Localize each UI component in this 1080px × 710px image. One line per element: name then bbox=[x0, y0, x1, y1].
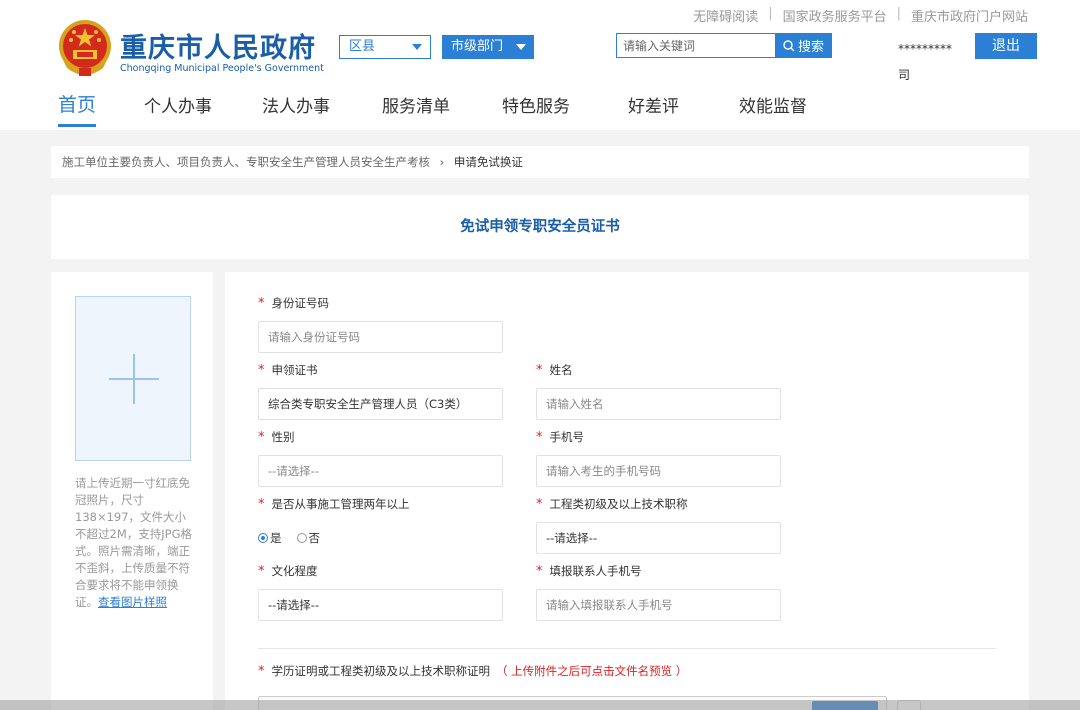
search-input[interactable] bbox=[616, 33, 776, 58]
required-mark: * bbox=[258, 296, 265, 311]
radio-yes[interactable] bbox=[258, 533, 268, 543]
form-divider bbox=[258, 648, 996, 649]
photo-panel: 请上传近期一寸红底免冠照片，尺寸138×197，文件大小不超过2M，支持JPG格… bbox=[51, 272, 213, 710]
id-number-input[interactable] bbox=[258, 321, 503, 353]
search-icon bbox=[783, 39, 795, 51]
nav-corporate[interactable]: 法人办事 bbox=[262, 92, 330, 117]
required-mark: * bbox=[258, 664, 265, 679]
radio-no-label: 否 bbox=[308, 531, 321, 545]
nav-personal[interactable]: 个人办事 bbox=[144, 92, 212, 117]
label-phone-text: 手机号 bbox=[549, 430, 585, 444]
link-portal[interactable]: 重庆市政府门户网站 bbox=[911, 6, 1028, 25]
window-bottom-bar bbox=[0, 700, 1080, 710]
label-certificate-text: 申领证书 bbox=[271, 363, 318, 377]
label-experience-text: 是否从事施工管理两年以上 bbox=[271, 497, 410, 511]
required-mark: * bbox=[536, 430, 543, 445]
page-title: 免试申领专职安全员证书 bbox=[51, 195, 1029, 259]
application-form: *身份证号码 *申领证书 综合类专职安全生产管理人员（C3类） *姓名 *性别 … bbox=[225, 272, 1029, 710]
district-select-label: 区县 bbox=[349, 39, 376, 54]
education-select[interactable]: --请选择-- bbox=[258, 589, 503, 621]
link-national-platform[interactable]: 国家政务服务平台 bbox=[783, 6, 887, 25]
phone-input[interactable] bbox=[536, 455, 781, 487]
nav-service-list[interactable]: 服务清单 bbox=[382, 92, 450, 117]
label-education: * 文化程度 bbox=[258, 563, 318, 579]
search-button-label: 搜索 bbox=[797, 40, 824, 55]
title-level-select[interactable]: --请选择-- bbox=[536, 522, 781, 554]
nav-rating[interactable]: 好差评 bbox=[628, 92, 679, 117]
radio-yes-label: 是 bbox=[270, 531, 282, 545]
contact-phone-input[interactable] bbox=[536, 589, 781, 621]
required-mark: * bbox=[258, 497, 265, 512]
label-contact-phone-text: 填报联系人手机号 bbox=[549, 564, 642, 578]
nav-active-indicator bbox=[58, 124, 96, 127]
name-input[interactable] bbox=[536, 388, 781, 420]
link-separator: | bbox=[896, 6, 901, 21]
label-title-level-text: 工程类初级及以上技术职称 bbox=[549, 497, 688, 511]
label-name-text: 姓名 bbox=[549, 363, 573, 377]
required-mark: * bbox=[258, 430, 265, 445]
label-education-text: 文化程度 bbox=[271, 564, 318, 578]
plus-icon bbox=[133, 354, 135, 404]
label-title-level: * 工程类初级及以上技术职称 bbox=[536, 496, 688, 512]
district-select[interactable]: 区县 bbox=[339, 35, 431, 59]
department-select-label: 市级部门 bbox=[451, 39, 504, 54]
photo-tip: 请上传近期一寸红底免冠照片，尺寸138×197，文件大小不超过2M，支持JPG格… bbox=[75, 475, 195, 611]
sample-photo-link[interactable]: 查看图片样照 bbox=[98, 595, 167, 609]
label-gender: * 性别 bbox=[258, 429, 295, 445]
gender-select[interactable]: --请选择-- bbox=[258, 455, 503, 487]
breadcrumb-parent[interactable]: 施工单位主要负责人、项目负责人、专职安全生产管理人员安全生产考核 bbox=[62, 155, 430, 169]
experience-radio-group: 是 否 bbox=[258, 530, 320, 546]
chevron-right-icon: › bbox=[439, 155, 445, 169]
label-attachment-text: 学历证明或工程类初级及以上技术职称证明 bbox=[271, 664, 491, 678]
required-mark: * bbox=[258, 564, 265, 579]
link-accessible-reading[interactable]: 无障碍阅读 bbox=[693, 6, 758, 25]
search-button[interactable]: 搜索 bbox=[775, 33, 832, 58]
required-mark: * bbox=[536, 363, 543, 378]
nav-supervision[interactable]: 效能监督 bbox=[739, 92, 807, 117]
national-emblem-icon bbox=[59, 20, 111, 76]
breadcrumb: 施工单位主要负责人、项目负责人、专职安全生产管理人员安全生产考核 › 申请免试换… bbox=[51, 146, 1029, 178]
nav-home[interactable]: 首页 bbox=[58, 90, 96, 117]
label-certificate: * 申领证书 bbox=[258, 362, 318, 378]
radio-no[interactable] bbox=[296, 533, 307, 543]
chevron-down-icon bbox=[516, 44, 526, 50]
required-mark: * bbox=[536, 564, 543, 579]
photo-tip-text: 请上传近期一寸红底免冠照片，尺寸138×197，文件大小不超过2M，支持JPG格… bbox=[75, 476, 192, 609]
attachment-note: （ 上传附件之后可点击文件名预览 ） bbox=[496, 664, 688, 678]
site-subtitle: Chongqing Municipal People's Government bbox=[120, 63, 324, 74]
breadcrumb-current: 申请免试换证 bbox=[453, 155, 523, 169]
nav-special-services[interactable]: 特色服务 bbox=[502, 92, 570, 117]
top-links: 无障碍阅读 | 国家政务服务平台 | 重庆市政府门户网站 bbox=[693, 6, 1028, 25]
label-name: * 姓名 bbox=[536, 362, 573, 378]
label-experience: * 是否从事施工管理两年以上 bbox=[258, 496, 410, 512]
label-id-number-text: 身份证号码 bbox=[271, 296, 330, 310]
chevron-down-icon bbox=[412, 44, 422, 50]
label-id-number: * 身份证号码 bbox=[258, 295, 329, 311]
label-attachment: * 学历证明或工程类初级及以上技术职称证明 （ 上传附件之后可点击文件名预览 ） bbox=[258, 663, 687, 679]
certificate-field[interactable]: 综合类专职安全生产管理人员（C3类） bbox=[258, 388, 503, 420]
site-title: 重庆市人民政府 bbox=[120, 33, 316, 64]
required-mark: * bbox=[258, 363, 265, 378]
link-separator: | bbox=[768, 6, 773, 21]
photo-upload-box[interactable] bbox=[75, 296, 191, 461]
label-phone: * 手机号 bbox=[536, 429, 584, 445]
department-select[interactable]: 市级部门 bbox=[442, 35, 534, 59]
required-mark: * bbox=[536, 497, 543, 512]
label-contact-phone: * 填报联系人手机号 bbox=[536, 563, 642, 579]
logout-button[interactable]: 退出 bbox=[975, 33, 1037, 59]
site-header: 无障碍阅读 | 国家政务服务平台 | 重庆市政府门户网站 重庆市人民政府 Cho… bbox=[0, 0, 1080, 130]
label-gender-text: 性别 bbox=[271, 430, 295, 444]
user-name: *********司 bbox=[898, 42, 952, 82]
